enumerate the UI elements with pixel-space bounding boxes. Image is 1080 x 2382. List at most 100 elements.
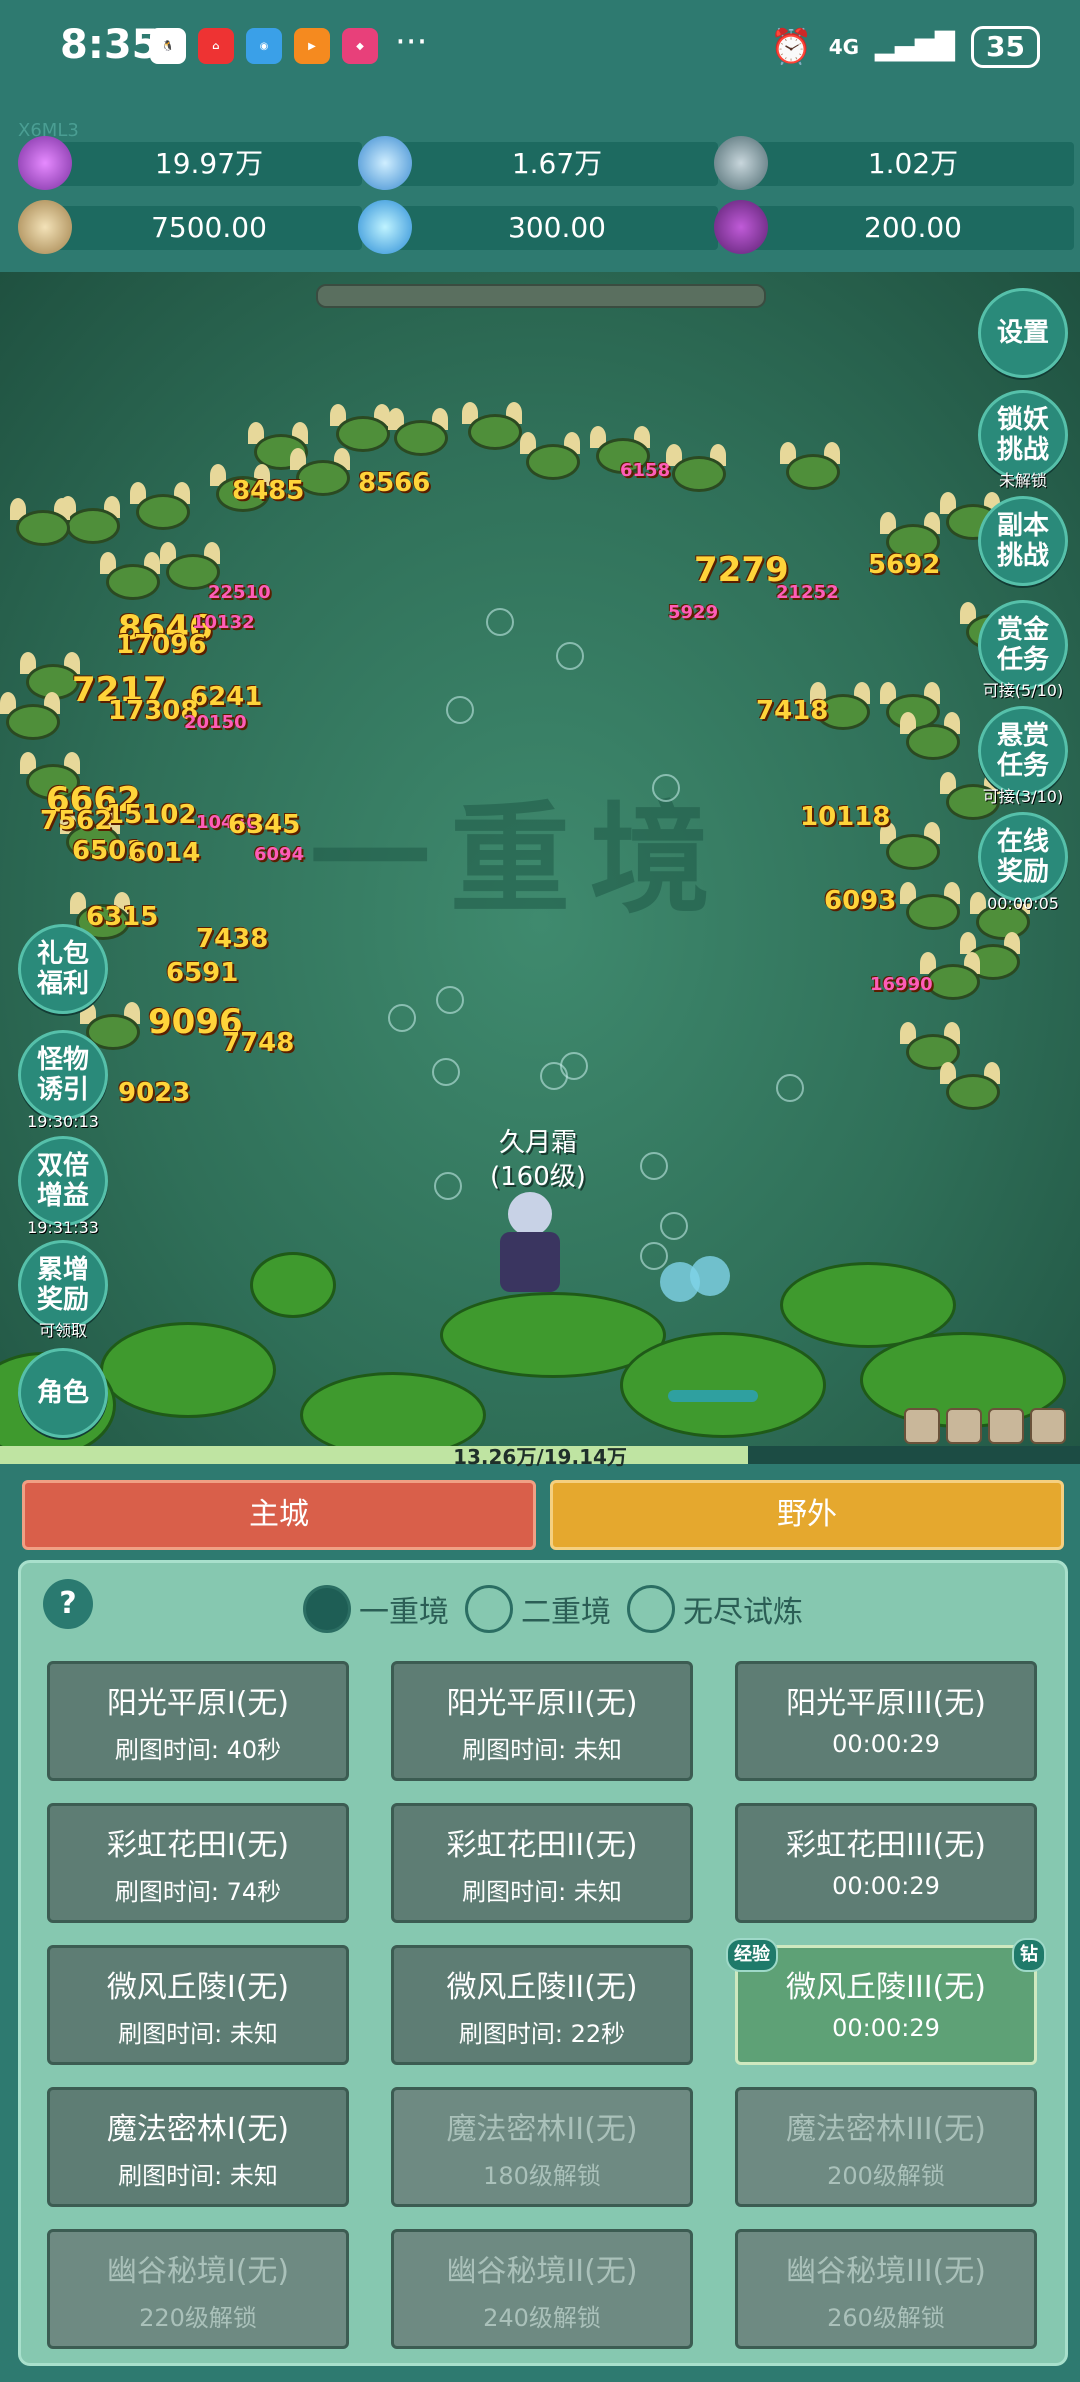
- tab-realm-1[interactable]: 一重境: [303, 1585, 449, 1633]
- help-button[interactable]: ?: [43, 1579, 93, 1629]
- map-name: 魔法密林II(无): [446, 2112, 638, 2147]
- map-button[interactable]: 阳光平原II(无) 刷图时间: 未知: [391, 1661, 693, 1781]
- bubble: [556, 642, 584, 670]
- bubble: [446, 696, 474, 724]
- hero-name: 久月霜: [498, 1128, 577, 1158]
- resource-scroll: 7500.00: [18, 200, 362, 254]
- map-time: 00:00:29: [832, 1872, 940, 1900]
- bounty-task-button[interactable]: 悬赏 任务 可接(3/10): [978, 706, 1068, 806]
- double-gain-button[interactable]: 双倍 增益 19:31:33: [18, 1136, 108, 1237]
- main-city-button[interactable]: 主城: [22, 1480, 536, 1550]
- wave-progress-bar: [316, 284, 766, 308]
- signal-icon: 4G: [828, 35, 860, 59]
- damage-number: 6241: [190, 682, 263, 712]
- map-name: 阳光平原I(无): [106, 1686, 290, 1721]
- monster: [520, 432, 580, 480]
- wild-button[interactable]: 野外: [550, 1480, 1064, 1550]
- map-time: 260级解锁: [827, 2304, 945, 2332]
- qq-icon: 🐧: [150, 28, 186, 64]
- map-button[interactable]: 微风丘陵III(无) 00:00:29 经验 钻: [726, 1938, 1046, 2065]
- map-time: 刷图时间: 40秒: [114, 1736, 282, 1764]
- damage-number: 10118: [800, 802, 891, 832]
- map-button[interactable]: 微风丘陵I(无) 刷图时间: 未知: [47, 1945, 349, 2065]
- signal-bars-icon: ▂▄▆█: [875, 32, 956, 62]
- damage-number: 7562: [40, 806, 113, 836]
- bubble: [436, 986, 464, 1014]
- bubble: [660, 1212, 688, 1240]
- bush: [300, 1372, 486, 1452]
- damage-number: 7279: [694, 550, 789, 590]
- map-button-locked[interactable]: 魔法密林III(无) 200级解锁: [735, 2087, 1037, 2207]
- damage-number: 6158: [620, 460, 671, 481]
- map-time: 刷图时间: 未知: [462, 1878, 622, 1906]
- reward-task-button[interactable]: 赏金 任务 可接(5/10): [978, 600, 1068, 700]
- map-button[interactable]: 魔法密林I(无) 刷图时间: 未知: [47, 2087, 349, 2207]
- map-name: 幽谷秘境I(无): [106, 2254, 290, 2289]
- map-name: 微风丘陵I(无): [106, 1970, 290, 2005]
- bush: [620, 1332, 826, 1438]
- hero-nameplate: 久月霜 (160级): [490, 1126, 586, 1194]
- map-name: 彩虹花田II(无): [446, 1828, 638, 1863]
- skill-slot-1[interactable]: [904, 1408, 940, 1444]
- map-time: 200级解锁: [827, 2162, 945, 2190]
- damage-number: 9023: [118, 1078, 191, 1108]
- radio-selected-icon: [303, 1585, 351, 1633]
- damage-number: 16990: [870, 974, 933, 995]
- monster: [0, 692, 60, 740]
- map-button[interactable]: 阳光平原III(无) 00:00:29: [735, 1661, 1037, 1781]
- tab-endless-trial[interactable]: 无尽试炼: [627, 1585, 803, 1633]
- bubble: [486, 608, 514, 636]
- damage-number: 20150: [184, 712, 247, 733]
- damage-number: 6591: [166, 958, 239, 988]
- monster-lure-button[interactable]: 怪物 诱引 19:30:13: [18, 1030, 108, 1131]
- bubble: [432, 1058, 460, 1086]
- map-time: 刷图时间: 22秒: [458, 2020, 626, 2048]
- monster: [900, 712, 960, 760]
- monster: [130, 482, 190, 530]
- damage-number: 5929: [668, 602, 719, 623]
- map-button[interactable]: 阳光平原I(无) 刷图时间: 40秒: [47, 1661, 349, 1781]
- bush: [100, 1322, 276, 1418]
- pet-tree: [660, 1256, 750, 1322]
- hero-character[interactable]: [472, 1192, 582, 1322]
- map-name: 微风丘陵II(无): [446, 1970, 638, 2005]
- map-name: 彩虹花田III(无): [786, 1828, 986, 1863]
- alarm-icon: ⏰: [770, 27, 813, 67]
- gift-welfare-button[interactable]: 礼包 福利: [18, 924, 108, 1014]
- map-button-locked[interactable]: 幽谷秘境I(无) 220级解锁: [47, 2229, 349, 2349]
- map-name: 魔法密林III(无): [786, 2112, 986, 2147]
- map-name: 幽谷秘境III(无): [786, 2254, 986, 2289]
- map-button[interactable]: 彩虹花田III(无) 00:00:29: [735, 1803, 1037, 1923]
- map-button-locked[interactable]: 幽谷秘境II(无) 240级解锁: [391, 2229, 693, 2349]
- map-button-locked[interactable]: 魔法密林II(无) 180级解锁: [391, 2087, 693, 2207]
- bubble: [560, 1052, 588, 1080]
- video-icon: ▶: [294, 28, 330, 64]
- monster: [160, 542, 220, 590]
- map-name: 魔法密林I(无): [106, 2112, 290, 2147]
- damage-number: 6014: [128, 838, 201, 868]
- bubble: [776, 1074, 804, 1102]
- map-name: 彩虹花田I(无): [106, 1828, 290, 1863]
- monster: [388, 408, 448, 456]
- diamond-tag: 钻: [1012, 1938, 1046, 1972]
- dungeon-challenge-button[interactable]: 副本 挑战: [978, 496, 1068, 586]
- monster: [100, 552, 160, 600]
- huawei-store-icon: ⌂: [198, 28, 234, 64]
- map-name: 微风丘陵III(无): [786, 1970, 986, 2005]
- map-time: 180级解锁: [483, 2162, 601, 2190]
- settings-button[interactable]: 设置: [978, 288, 1068, 378]
- accum-reward-button[interactable]: 累增 奖励 可领取: [18, 1240, 108, 1340]
- tab-realm-2[interactable]: 二重境: [465, 1585, 611, 1633]
- lock-demon-challenge-button[interactable]: 锁妖 挑战 未解锁: [978, 390, 1068, 490]
- damage-number: 7438: [196, 924, 269, 954]
- online-reward-button[interactable]: 在线 奖励 00:00:05: [978, 812, 1068, 913]
- map-button[interactable]: 彩虹花田I(无) 刷图时间: 74秒: [47, 1803, 349, 1923]
- skill-slot-2[interactable]: [946, 1408, 982, 1444]
- character-button[interactable]: 角色: [18, 1348, 108, 1438]
- map-button-locked[interactable]: 幽谷秘境III(无) 260级解锁: [735, 2229, 1037, 2349]
- skill-slot-3[interactable]: [988, 1408, 1024, 1444]
- skill-slot-4[interactable]: [1030, 1408, 1066, 1444]
- map-button[interactable]: 微风丘陵II(无) 刷图时间: 22秒: [391, 1945, 693, 2065]
- map-button[interactable]: 彩虹花田II(无) 刷图时间: 未知: [391, 1803, 693, 1923]
- battle-scene[interactable]: 一重境 8485 8566 6158 7279 21252 5692 5929 22510 86…: [0, 272, 1080, 1452]
